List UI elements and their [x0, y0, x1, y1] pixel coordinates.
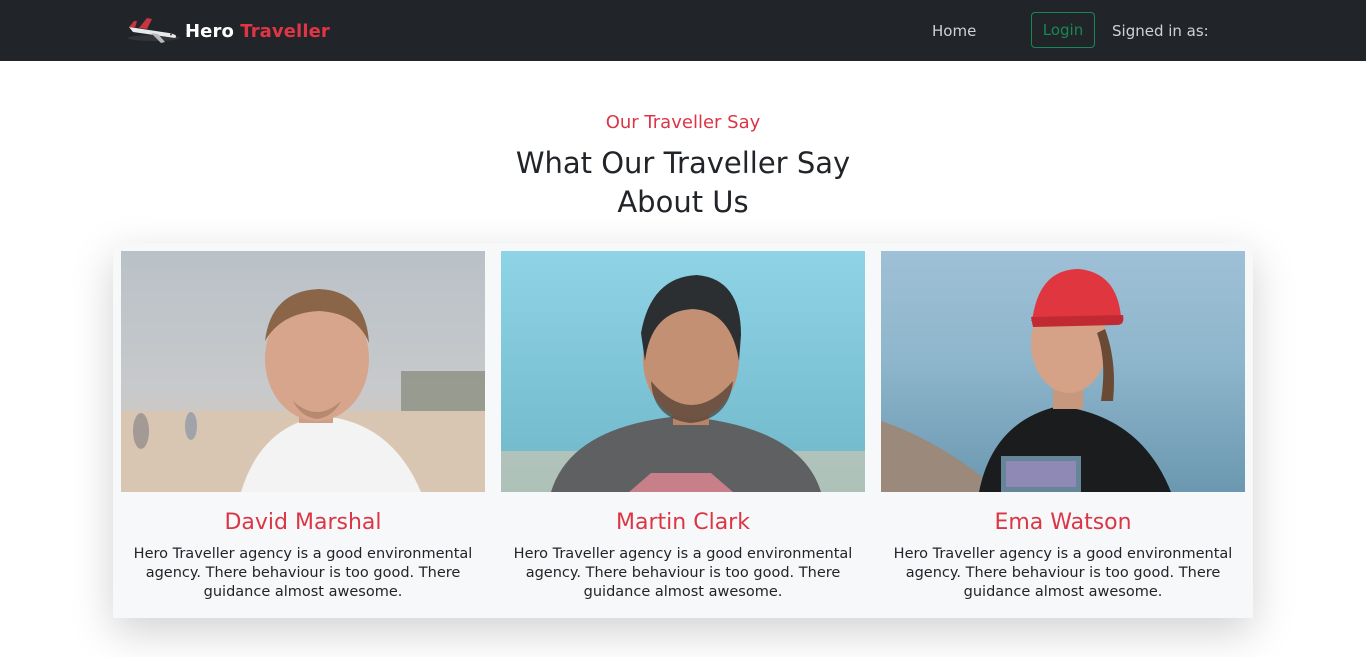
- nav-home-link[interactable]: Home: [932, 22, 976, 40]
- section-title-line1: What Our Traveller Say: [515, 146, 851, 180]
- traveller-name: Ema Watson: [994, 510, 1132, 535]
- traveller-quote: Hero Traveller agency is a good environm…: [133, 546, 473, 600]
- brand-text: Hero Traveller: [185, 21, 330, 42]
- brand-name-first: Hero: [185, 20, 234, 42]
- top-navbar: Hero Traveller Home Login Signed in as:: [0, 0, 1366, 61]
- testimonial-cards: David Marshal Hero Traveller agency is a…: [113, 243, 1253, 618]
- traveller-photo: [501, 251, 865, 492]
- traveller-photo: [881, 251, 1245, 492]
- airplane-logo-icon: [128, 18, 180, 43]
- testimonial-card: Ema Watson Hero Traveller agency is a go…: [873, 243, 1253, 618]
- brand-name-second: Traveller: [240, 20, 330, 42]
- section-title-line2: About Us: [617, 185, 749, 219]
- traveller-quote: Hero Traveller agency is a good environm…: [893, 546, 1233, 600]
- brand-logo-link[interactable]: Hero Traveller: [125, 14, 330, 48]
- section-title: What Our Traveller Say About Us: [0, 144, 1366, 222]
- traveller-quote: Hero Traveller agency is a good environm…: [513, 546, 853, 600]
- traveller-name: David Marshal: [224, 510, 382, 535]
- traveller-name: Martin Clark: [616, 510, 750, 535]
- testimonial-card: Martin Clark Hero Traveller agency is a …: [493, 243, 873, 618]
- testimonial-card: David Marshal Hero Traveller agency is a…: [113, 243, 493, 618]
- login-button[interactable]: Login: [1031, 12, 1095, 48]
- signed-in-label: Signed in as:: [1112, 22, 1209, 40]
- section-eyebrow: Our Traveller Say: [605, 112, 761, 133]
- traveller-photo: [121, 251, 485, 492]
